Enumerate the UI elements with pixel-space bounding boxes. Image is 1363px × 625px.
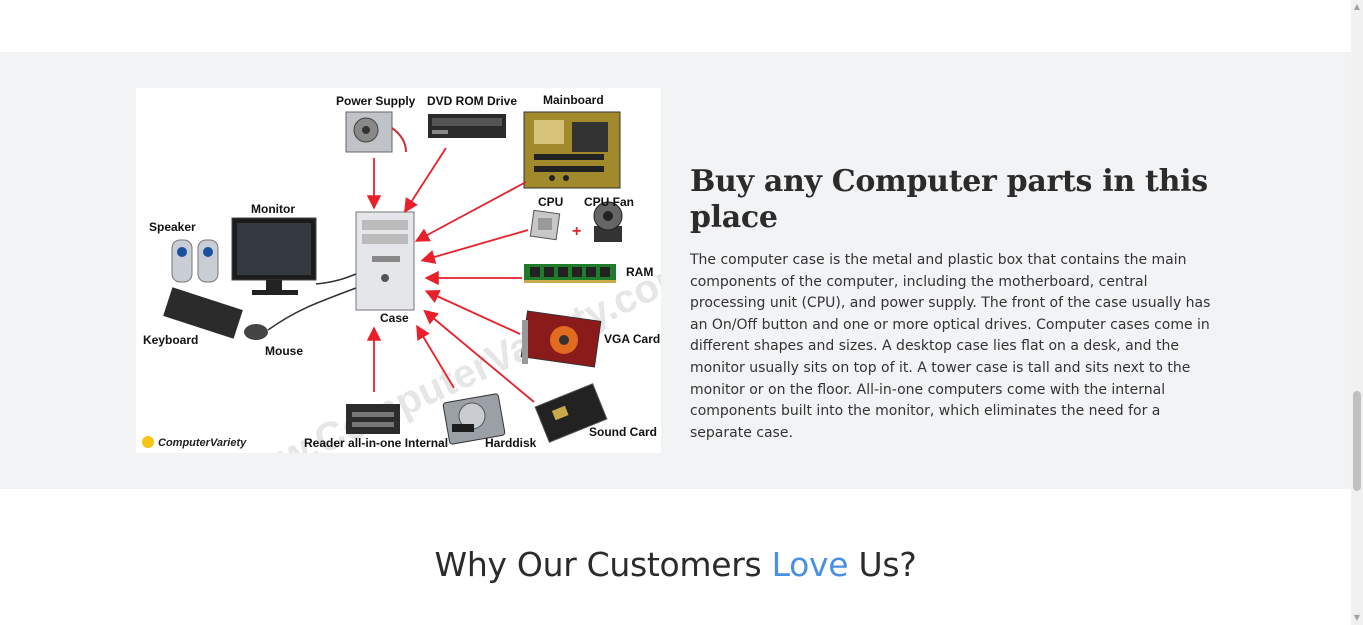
label-case: Case (380, 311, 409, 325)
computervariety-logo: ComputerVariety (142, 436, 247, 449)
power-supply-image (345, 111, 407, 153)
keyboard-image (163, 287, 243, 339)
label-dvd-rom: DVD ROM Drive (427, 94, 517, 108)
label-vga-card: VGA Card (604, 332, 660, 346)
triangle-down-icon[interactable]: ▼ (1351, 611, 1363, 625)
ram-image (524, 264, 616, 283)
title-before: Why Our Customers (434, 545, 772, 584)
case-image (355, 211, 415, 311)
section-paragraph: The computer case is the metal and plast… (690, 252, 1211, 441)
mainboard-image (523, 111, 621, 189)
dvd-rom-image (428, 114, 506, 138)
label-cpu-fan: CPU Fan (584, 195, 634, 209)
scrollbar-thumb[interactable] (1353, 391, 1361, 491)
computer-parts-section: www.ComputerVariety.com Power Supply DVD… (0, 52, 1351, 489)
label-reader: Reader all-in-one Internal (304, 436, 448, 450)
parts-text-column: Buy any Computer parts in this place The… (690, 164, 1215, 444)
title-after: Us? (848, 545, 917, 584)
label-speaker: Speaker (149, 220, 196, 234)
testimonials-section: Why Our Customers Love Us? (0, 489, 1351, 625)
logo-text: ComputerVariety (158, 437, 247, 449)
card-reader-image (346, 404, 400, 434)
monitor-image (231, 217, 317, 295)
diagram-svg: www.ComputerVariety.com Power Supply DVD… (142, 93, 661, 453)
label-power-supply: Power Supply (336, 94, 416, 108)
cpu-image (529, 209, 561, 241)
label-cpu: CPU (538, 195, 563, 209)
label-sound-card: Sound Card (589, 425, 657, 439)
computer-parts-diagram: www.ComputerVariety.com Power Supply DVD… (136, 88, 661, 453)
vga-card-image (520, 310, 602, 368)
label-ram: RAM (626, 265, 653, 279)
title-accent: Love (771, 545, 849, 584)
vertical-scrollbar[interactable]: ▲ ▼ (1351, 0, 1363, 625)
label-mouse: Mouse (265, 344, 303, 358)
label-mainboard: Mainboard (543, 93, 604, 107)
section-heading: Buy any Computer parts in this place (690, 164, 1208, 235)
label-monitor: Monitor (251, 202, 295, 216)
triangle-up-icon[interactable]: ▲ (1351, 0, 1363, 14)
testimonials-title: Why Our Customers Love Us? (0, 545, 1351, 584)
mouse-image (244, 273, 357, 340)
label-keyboard: Keyboard (143, 333, 198, 347)
plus-sign: + (572, 223, 581, 240)
speakers-image (171, 239, 219, 283)
label-harddisk: Harddisk (485, 436, 537, 450)
top-band (0, 0, 1351, 52)
